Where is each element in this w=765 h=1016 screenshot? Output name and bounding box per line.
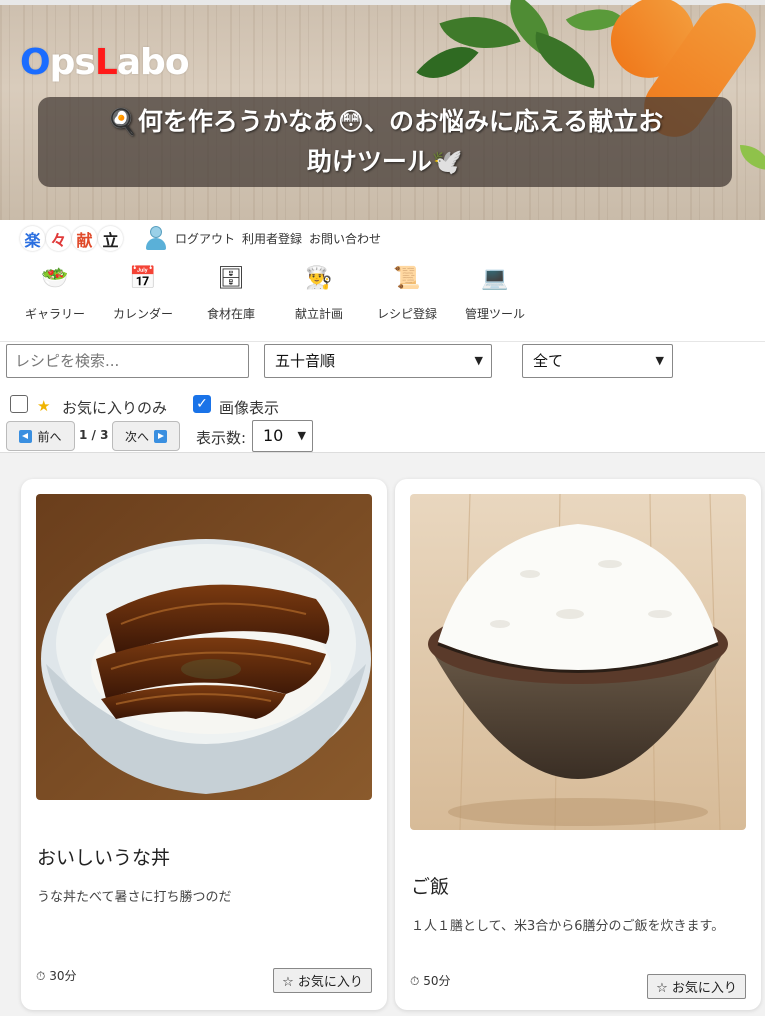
prev-page-button[interactable]: 前へ <box>6 421 75 451</box>
category-select-value: 全て <box>533 352 564 370</box>
prev-page-label: 前へ <box>37 429 62 444</box>
sort-select[interactable]: 五十音順 ▼ <box>264 344 492 378</box>
parsley-leaf <box>740 145 765 170</box>
hero-tagline: 🍳何を作ろうかなあ😳、のお悩みに応える献立お 助けツール🕊️ <box>38 97 732 187</box>
recipe-photo-rice[interactable] <box>410 494 746 830</box>
nav-label: 献立計画 <box>294 307 343 321</box>
recipe-search-input[interactable] <box>6 344 249 378</box>
nav-meal-plan[interactable]: 👨‍🍳 献立計画 <box>279 265 359 322</box>
chef-icon: 👨‍🍳 <box>305 266 333 291</box>
nav-label: カレンダー <box>112 307 173 321</box>
favorite-button[interactable]: ☆ お気に入り <box>273 968 372 993</box>
user-icon[interactable] <box>145 226 167 250</box>
recipe-time: ⏱ 30分 <box>36 967 76 984</box>
recipe-time-value: 30分 <box>49 969 77 983</box>
salad-bowl-icon: 🥗 <box>41 266 69 291</box>
parsley-leaf <box>526 31 604 89</box>
contact-link[interactable]: お問い合わせ <box>309 230 381 247</box>
hero-line-2: 助けツール🕊️ <box>306 147 464 176</box>
favorite-button[interactable]: ☆ お気に入り <box>647 974 746 999</box>
nav-label: レシピ登録 <box>376 307 437 321</box>
recipe-photo-unadon[interactable] <box>36 494 372 800</box>
show-images-label: 画像表示 <box>219 399 280 417</box>
arrow-right-icon <box>154 429 167 443</box>
hero-line-1: 🍳何を作ろうかなあ😳、のお悩みに応える献立お <box>106 107 664 136</box>
nav-gallery[interactable]: 🥗 ギャラリー <box>15 265 95 322</box>
cabinet-icon: 🗄 <box>217 266 245 291</box>
brand-char: 立 <box>98 226 123 251</box>
app-header: 楽 々 献 立 ログアウト 利用者登録 お問い合わせ 🥗 ギャラリー 📅 カレン… <box>0 220 765 453</box>
chevron-down-icon: ▼ <box>297 429 306 442</box>
favorites-only-checkbox[interactable] <box>10 395 28 413</box>
stopwatch-icon: ⏱ <box>36 969 46 983</box>
register-link[interactable]: 利用者登録 <box>242 230 302 247</box>
calendar-icon: 📅 <box>129 266 157 291</box>
brand-char: 々 <box>46 226 71 251</box>
laptop-icon: 💻 <box>481 266 509 291</box>
filter-controls: 五十音順 ▼ 全て ▼ ★ お気に入りのみ ✓ 画像表示 前へ 1 / 3 次へ… <box>0 341 765 453</box>
nav-label: ギャラリー <box>24 307 85 321</box>
nav-inventory[interactable]: 🗄 食材在庫 <box>191 265 271 322</box>
unadon-image <box>36 494 372 800</box>
nav-recipe-register[interactable]: 📜 レシピ登録 <box>367 265 447 322</box>
rice-bowl-image <box>410 494 746 830</box>
nav-label: 食材在庫 <box>206 307 255 321</box>
recipe-description: １人１膳として、米3合から6膳分のご飯を炊きます。 <box>411 919 725 934</box>
nav-admin[interactable]: 💻 管理ツール <box>455 265 535 322</box>
site-logo[interactable]: OpsLabo <box>20 42 190 83</box>
brand-logo[interactable]: 楽 々 献 立 <box>20 226 123 251</box>
next-page-button[interactable]: 次へ <box>112 421 180 451</box>
favorites-only-label: お気に入りのみ <box>62 399 168 417</box>
recipe-card[interactable]: おいしいうな丼 うな丼たべて暑さに打ち勝つのだ ⏱ 30分 ☆ お気に入り <box>21 479 387 1010</box>
recipe-title[interactable]: おいしいうな丼 <box>37 843 170 870</box>
recipe-time-value: 50分 <box>423 974 451 988</box>
per-page-label: 表示数: <box>196 429 247 447</box>
show-images-checkbox[interactable]: ✓ <box>193 395 211 413</box>
sort-select-value: 五十音順 <box>275 352 336 370</box>
hero-banner: OpsLabo 🍳何を作ろうかなあ😳、のお悩みに応える献立お 助けツール🕊️ <box>0 0 765 220</box>
nav-calendar[interactable]: 📅 カレンダー <box>103 265 183 322</box>
recipe-title[interactable]: ご飯 <box>411 872 449 899</box>
brand-char: 献 <box>72 226 97 251</box>
scroll-icon: 📜 <box>393 266 421 291</box>
arrow-left-icon <box>19 429 33 443</box>
account-links: ログアウト 利用者登録 お問い合わせ <box>175 230 381 247</box>
category-select[interactable]: 全て ▼ <box>522 344 673 378</box>
star-icon: ★ <box>37 397 51 415</box>
per-page-select[interactable]: 10 ▼ <box>252 420 313 452</box>
logout-link[interactable]: ログアウト <box>175 230 235 247</box>
recipe-card[interactable]: ご飯 １人１膳として、米3合から6膳分のご飯を炊きます。 ⏱ 50分 ☆ お気に… <box>395 479 761 1010</box>
chevron-down-icon: ▼ <box>474 354 483 367</box>
per-page-value: 10 <box>263 426 284 445</box>
stopwatch-icon: ⏱ <box>410 974 420 988</box>
brand-char: 楽 <box>20 226 45 251</box>
main-nav: 🥗 ギャラリー 📅 カレンダー 🗄 食材在庫 👨‍🍳 献立計画 📜 レシピ登録 … <box>15 265 543 322</box>
page-indicator: 1 / 3 <box>79 428 109 442</box>
nav-label: 管理ツール <box>464 307 525 321</box>
recipe-time: ⏱ 50分 <box>410 972 450 989</box>
next-page-label: 次へ <box>124 429 149 444</box>
recipe-description: うな丼たべて暑さに打ち勝つのだ <box>37 890 232 905</box>
chevron-down-icon: ▼ <box>655 354 664 367</box>
